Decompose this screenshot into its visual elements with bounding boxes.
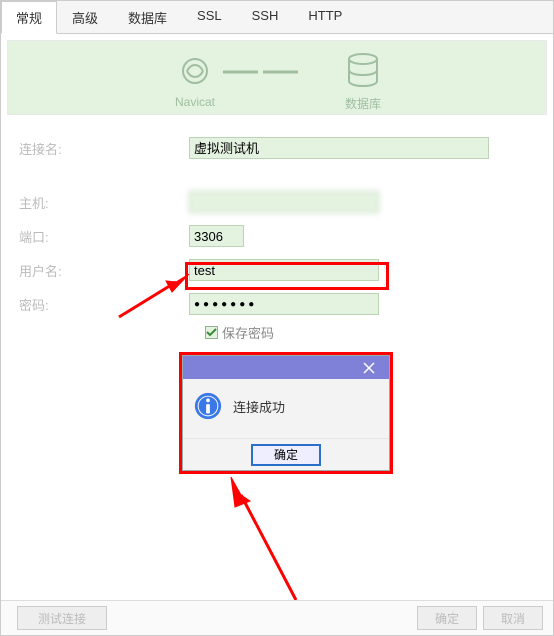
pass-input[interactable]: ●●●●●●● [189, 293, 379, 315]
user-label: 用户名: [19, 261, 189, 280]
dialog-ok-button[interactable]: 确定 [251, 444, 321, 466]
tab-general[interactable]: 常规 [1, 1, 57, 34]
close-icon [363, 362, 375, 374]
navicat-icon [173, 49, 217, 93]
database-icon [343, 49, 383, 93]
message-dialog: 连接成功 确定 [182, 355, 390, 471]
tab-http[interactable]: HTTP [293, 1, 357, 34]
content-pane: Navicat 数据库 连接名: 虚拟测试机 主机: 端口: 3306 用户名:… [1, 40, 553, 611]
tab-database[interactable]: 数据库 [113, 1, 182, 34]
footer-bar: 测试连接 确定 取消 [1, 600, 553, 635]
save-pass-label: 保存密码 [222, 323, 274, 342]
dialog-message: 连接成功 [233, 391, 285, 416]
dialog-titlebar[interactable] [183, 356, 389, 379]
diagram-right-label: 数据库 [313, 95, 413, 112]
tab-ssh[interactable]: SSH [237, 1, 294, 34]
port-label: 端口: [19, 227, 189, 246]
connection-form: 连接名: 虚拟测试机 主机: 端口: 3306 用户名: test 密码: ●●… [1, 115, 553, 342]
connection-diagram: Navicat 数据库 [7, 40, 547, 115]
info-icon [193, 391, 223, 426]
conn-name-input[interactable]: 虚拟测试机 [189, 137, 489, 159]
tab-ssl[interactable]: SSL [182, 1, 237, 34]
test-connection-button[interactable]: 测试连接 [17, 606, 107, 630]
connection-line-icon [223, 69, 333, 75]
dialog-close-button[interactable] [349, 356, 389, 379]
annotation-arrow-2 [211, 475, 311, 605]
port-input[interactable]: 3306 [189, 225, 244, 247]
user-input[interactable]: test [189, 259, 379, 281]
tab-advanced[interactable]: 高级 [57, 1, 113, 34]
save-pass-checkbox[interactable] [205, 326, 218, 339]
checkmark-icon [206, 327, 217, 338]
tab-bar: 常规 高级 数据库 SSL SSH HTTP [1, 1, 553, 34]
host-label: 主机: [19, 193, 189, 212]
host-input[interactable] [189, 191, 379, 213]
cancel-button[interactable]: 取消 [483, 606, 543, 630]
annotation-highlight-dialog: 连接成功 确定 [179, 352, 393, 474]
diagram-left-label: Navicat [145, 95, 245, 109]
ok-button[interactable]: 确定 [417, 606, 477, 630]
pass-label: 密码: [19, 295, 189, 314]
conn-name-label: 连接名: [19, 139, 189, 158]
